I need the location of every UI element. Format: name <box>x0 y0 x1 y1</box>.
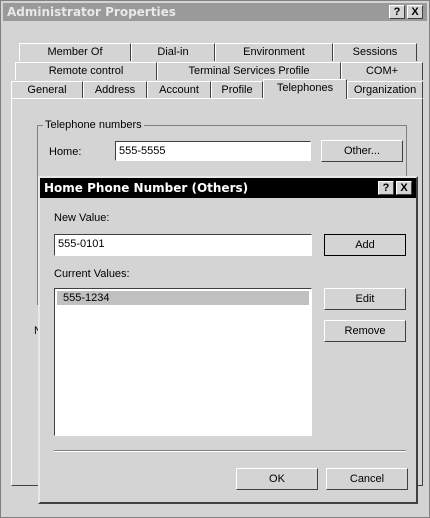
tab-address[interactable]: Address <box>83 81 147 99</box>
dialog-separator <box>54 450 406 452</box>
tab-organization[interactable]: Organization <box>347 81 423 99</box>
tab-general[interactable]: General <box>11 81 83 99</box>
cancel-button[interactable]: Cancel <box>326 468 408 490</box>
dialog-help-icon[interactable]: ? <box>378 181 394 195</box>
dialog-titlebar[interactable]: Home Phone Number (Others) ? X <box>40 178 416 198</box>
close-icon[interactable]: X <box>407 5 423 19</box>
edit-button[interactable]: Edit <box>324 288 406 310</box>
dialog-title: Home Phone Number (Others) <box>44 181 249 195</box>
help-icon[interactable]: ? <box>389 5 405 19</box>
current-values-label: Current Values: <box>54 268 130 280</box>
tab-sessions[interactable]: Sessions <box>333 43 417 61</box>
tab-environment[interactable]: Environment <box>215 43 333 61</box>
tab-com-plus[interactable]: COM+ <box>341 62 423 80</box>
add-button[interactable]: Add <box>324 234 406 256</box>
tab-dial-in[interactable]: Dial-in <box>131 43 215 61</box>
tab-account[interactable]: Account <box>147 81 211 99</box>
window-title: Administrator Properties <box>7 5 176 19</box>
tab-profile[interactable]: Profile <box>211 81 263 99</box>
new-value-label: New Value: <box>54 212 110 224</box>
telephone-numbers-label: Telephone numbers <box>43 119 144 131</box>
new-value-input[interactable]: 555-0101 <box>54 234 312 256</box>
home-phone-others-dialog: Home Phone Number (Others) ? X New Value… <box>38 176 418 504</box>
home-label: Home: <box>49 146 82 158</box>
tab-telephones[interactable]: Telephones <box>263 79 347 99</box>
home-phone-field[interactable]: 555-5555 <box>115 141 311 161</box>
remove-button[interactable]: Remove <box>324 320 406 342</box>
dialog-close-icon[interactable]: X <box>396 181 412 195</box>
ok-button[interactable]: OK <box>236 468 318 490</box>
tab-terminal-services-profile[interactable]: Terminal Services Profile <box>157 62 341 80</box>
list-item[interactable]: 555-1234 <box>57 291 309 305</box>
current-values-list[interactable]: 555-1234 <box>54 288 312 436</box>
tab-member-of[interactable]: Member Of <box>19 43 131 61</box>
window-titlebar[interactable]: Administrator Properties ? X <box>3 3 427 21</box>
home-other-button[interactable]: Other... <box>321 140 403 162</box>
tab-remote-control[interactable]: Remote control <box>15 62 157 80</box>
